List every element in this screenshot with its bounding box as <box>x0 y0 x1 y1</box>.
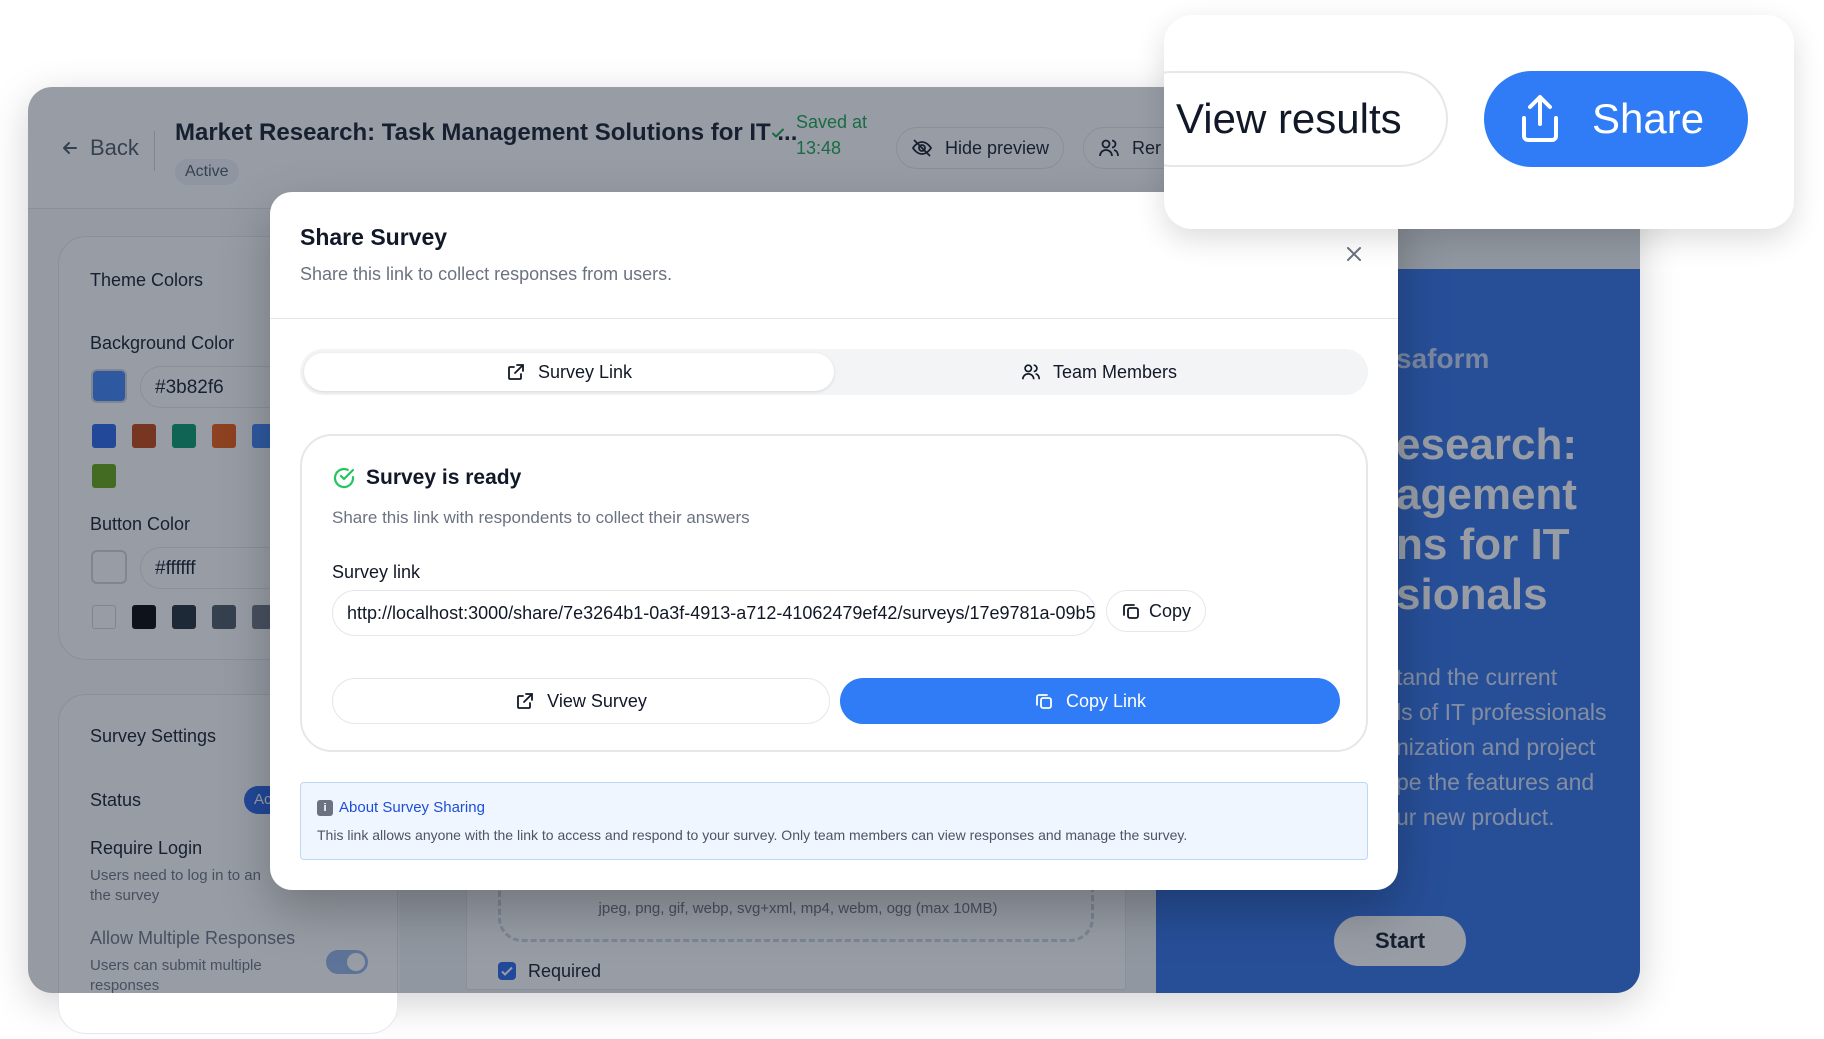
survey-link-label: Survey link <box>332 562 421 582</box>
copy-link-button[interactable]: Copy Link <box>840 678 1340 724</box>
share-label: Share <box>1592 95 1705 142</box>
info-icon: i <box>317 799 333 816</box>
view-survey-label: View Survey <box>547 690 647 711</box>
share-upload-icon <box>1518 94 1562 144</box>
survey-ready-heading: Survey is ready <box>332 466 521 490</box>
survey-ready-title: Survey is ready <box>366 466 522 489</box>
tab-survey-link[interactable]: Survey Link <box>304 353 834 391</box>
dialog-subtitle: Share this link to collect responses fro… <box>300 264 673 284</box>
tab-team-members-label: Team Members <box>1052 361 1178 382</box>
external-link-icon <box>506 362 526 382</box>
view-results-button[interactable]: View results <box>1164 71 1448 167</box>
copy-icon <box>1034 691 1054 711</box>
share-tabs: Survey Link Team Members <box>300 349 1368 395</box>
view-results-label: View results <box>1176 95 1402 142</box>
survey-link-panel: Survey is ready Share this link with res… <box>300 434 1368 752</box>
dialog-title: Share Survey <box>300 224 448 250</box>
about-sharing-title: About Survey Sharing <box>339 799 485 816</box>
check-circle-icon <box>332 466 356 490</box>
header-actions-zoom: View results Share <box>1164 15 1794 229</box>
about-sharing-notice: i About Survey Sharing This link allows … <box>300 782 1368 860</box>
close-icon[interactable] <box>1342 242 1366 266</box>
copy-icon <box>1121 601 1141 621</box>
about-sharing-heading: i About Survey Sharing <box>317 799 485 816</box>
view-survey-button[interactable]: View Survey <box>332 678 830 724</box>
survey-ready-subtitle: Share this link with respondents to coll… <box>332 508 750 527</box>
about-sharing-text: This link allows anyone with the link to… <box>317 827 1188 843</box>
dialog-divider <box>270 318 1398 319</box>
copy-link-label: Copy Link <box>1065 690 1147 711</box>
share-survey-dialog: Share Survey Share this link to collect … <box>270 192 1398 890</box>
copy-button[interactable]: Copy <box>1106 590 1206 632</box>
survey-link-input[interactable]: http://localhost:3000/share/7e3264b1-0a3… <box>332 590 1096 636</box>
users-icon <box>1021 362 1041 382</box>
external-link-icon <box>515 691 535 711</box>
tab-team-members[interactable]: Team Members <box>834 353 1364 391</box>
tab-survey-link-label: Survey Link <box>537 361 633 382</box>
copy-label: Copy <box>1148 600 1192 621</box>
share-button[interactable]: Share <box>1484 71 1748 167</box>
